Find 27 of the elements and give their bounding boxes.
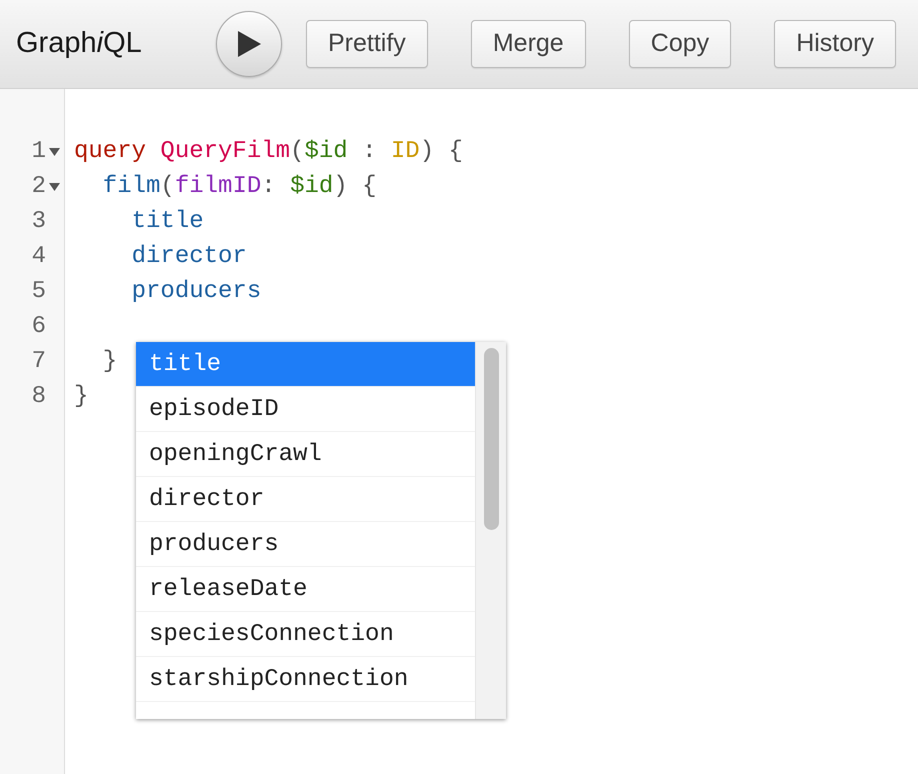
toolbar-button[interactable]: History bbox=[774, 20, 896, 68]
line-number: 3 bbox=[32, 207, 46, 237]
line-number: 1 bbox=[32, 137, 46, 167]
code-line: } bbox=[102, 348, 118, 375]
fold-icon[interactable] bbox=[49, 146, 60, 157]
fold-icon[interactable] bbox=[49, 181, 60, 192]
line-number: 7 bbox=[32, 347, 46, 377]
toolbar-button[interactable]: Merge bbox=[470, 20, 586, 68]
line-number: 5 bbox=[32, 277, 46, 307]
play-icon bbox=[235, 29, 263, 59]
scrollbar[interactable] bbox=[475, 342, 506, 719]
toolbar-button[interactable]: Copy bbox=[628, 20, 732, 68]
code-line: } bbox=[74, 383, 88, 410]
line-number: 4 bbox=[32, 242, 46, 272]
toolbar-button[interactable]: Prettify bbox=[306, 20, 428, 68]
code-line: producers bbox=[130, 278, 262, 305]
app-logo: GraphiQL bbox=[16, 26, 143, 62]
line-number: 2 bbox=[32, 172, 46, 202]
run-button[interactable] bbox=[216, 11, 282, 77]
code-line: query QueryFilm($id : ID) { bbox=[74, 138, 463, 165]
suggestion-item[interactable]: title bbox=[136, 342, 475, 387]
line-number: 6 bbox=[32, 312, 46, 342]
code-line: title bbox=[130, 208, 204, 235]
code-line: director bbox=[130, 243, 247, 270]
line-number: 8 bbox=[32, 382, 46, 412]
code-line: film(filmID: $id) { bbox=[102, 173, 376, 200]
scrollbar-thumb[interactable] bbox=[484, 348, 499, 530]
